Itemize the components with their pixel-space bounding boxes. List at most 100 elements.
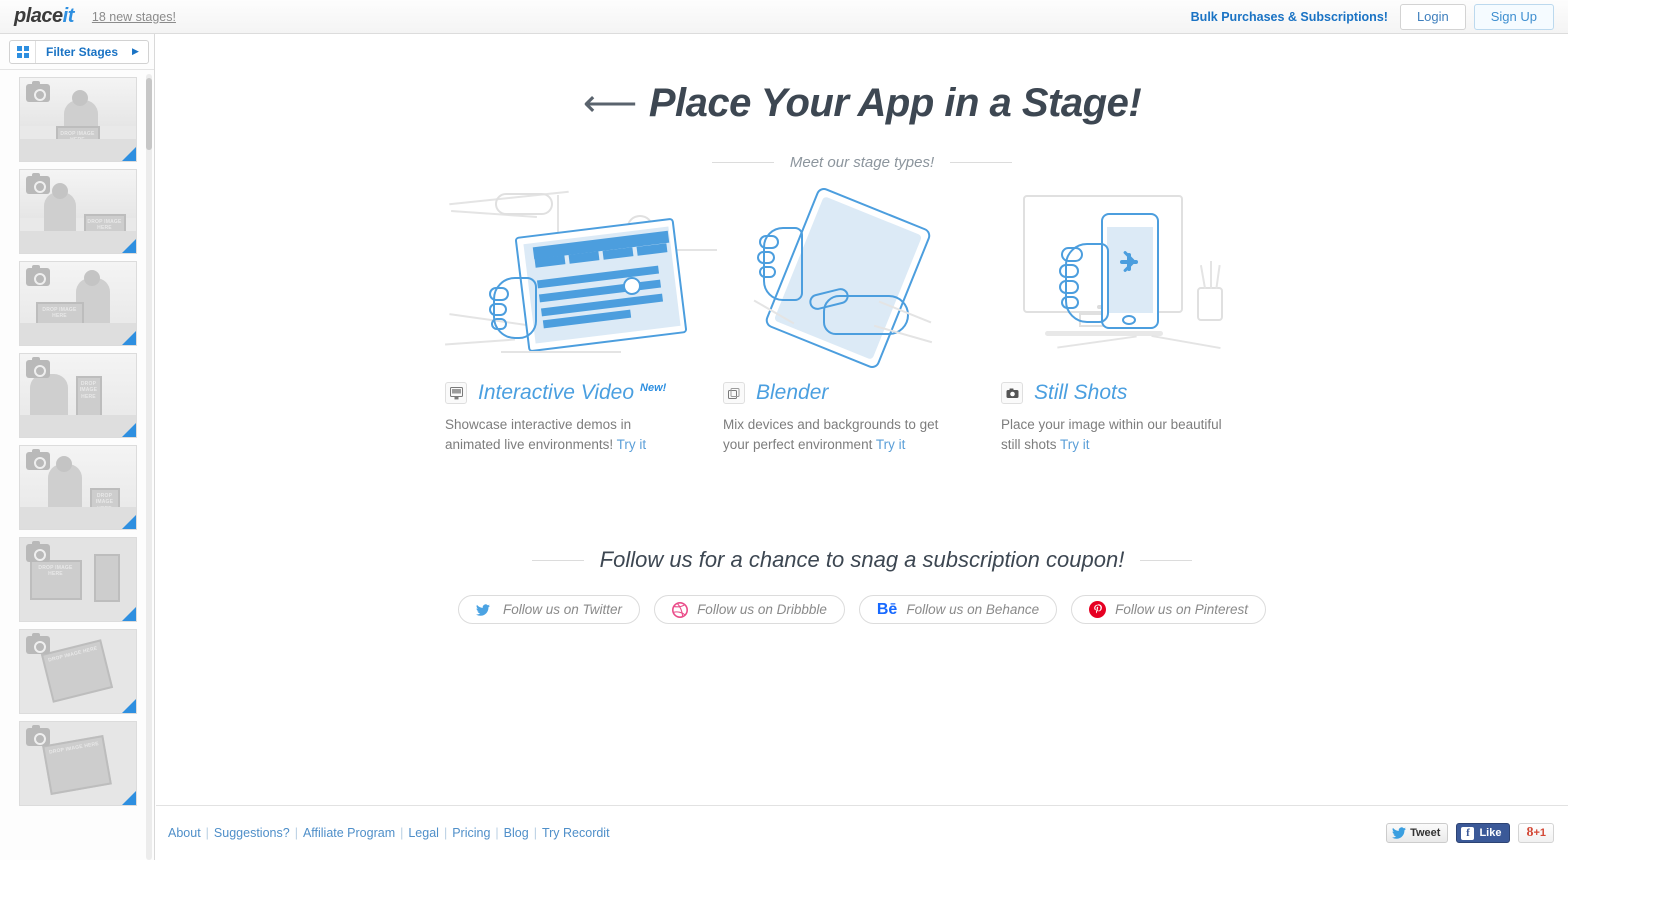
sidebar-scrollbar-thumb[interactable] bbox=[146, 78, 152, 150]
stage-thumb-2[interactable]: DROP IMAGE HERE bbox=[18, 169, 137, 254]
card-title: Still Shots bbox=[1034, 381, 1128, 404]
footer-link-about[interactable]: About bbox=[168, 826, 201, 840]
camera-icon bbox=[25, 357, 50, 378]
stage-thumb-6[interactable]: DROP IMAGE HERE bbox=[18, 537, 137, 622]
bulk-purchases-link[interactable]: Bulk Purchases & Subscriptions! bbox=[1191, 10, 1388, 24]
follow-dribbble-button[interactable]: Follow us on Dribbble bbox=[654, 595, 845, 624]
footer-link-try-recordit[interactable]: Try Recordit bbox=[542, 826, 610, 840]
login-button[interactable]: Login bbox=[1399, 3, 1466, 30]
footer-sep: | bbox=[205, 826, 209, 840]
corner-flag bbox=[121, 239, 136, 253]
social-label: Follow us on Behance bbox=[906, 602, 1040, 617]
card-title: Interactive Video bbox=[478, 381, 635, 404]
twitter-icon bbox=[476, 603, 491, 616]
new-badge: New! bbox=[640, 382, 667, 394]
main-content: ⟵ Place Your App in a Stage! Meet our sta… bbox=[156, 35, 1568, 805]
facebook-icon: f bbox=[1461, 826, 1475, 840]
twitter-icon bbox=[1392, 827, 1407, 839]
placeit-logo[interactable]: placeit bbox=[14, 5, 74, 28]
stage-thumb-5[interactable]: DROP IMAGE HERE bbox=[18, 445, 137, 530]
card-desc-line1: Mix devices and backgrounds to get bbox=[723, 417, 939, 432]
corner-flag bbox=[121, 515, 136, 529]
divider-rule-left bbox=[711, 162, 774, 163]
social-heading: Follow us for a chance to snag a subscri… bbox=[599, 547, 1125, 572]
camera-icon bbox=[25, 173, 50, 194]
stage-thumb-1[interactable]: DROP IMAGE HERE bbox=[18, 77, 137, 162]
footer-link-pricing[interactable]: Pricing bbox=[452, 826, 490, 840]
try-it-link[interactable]: Try it bbox=[617, 437, 647, 452]
new-stages-link[interactable]: 18 new stages! bbox=[92, 10, 176, 24]
interactive-video-illustration bbox=[445, 190, 723, 373]
card-description: Showcase interactive demos in animated l… bbox=[445, 415, 695, 455]
card-desc-line1: Place your image within our beautiful bbox=[1001, 417, 1222, 432]
drop-image-label: DROP IMAGE HERE bbox=[42, 307, 77, 320]
stage-types-divider: Meet our stage types! bbox=[156, 154, 1568, 171]
corner-flag bbox=[121, 699, 136, 713]
follow-twitter-button[interactable]: Follow us on Twitter bbox=[458, 595, 641, 624]
footer-link-blog[interactable]: Blog bbox=[504, 826, 529, 840]
footer-sep: | bbox=[533, 826, 537, 840]
left-arrow-icon: ⟵ bbox=[582, 83, 637, 125]
behance-icon: Bē bbox=[876, 600, 898, 618]
card-blender[interactable]: Blender Mix devices and backgrounds to g… bbox=[723, 185, 1001, 455]
google-plus-one-button[interactable]: 8 +1 bbox=[1518, 823, 1554, 843]
footer-link-legal[interactable]: Legal bbox=[408, 826, 439, 840]
footer-sep: | bbox=[294, 826, 298, 840]
card-description: Mix devices and backgrounds to get your … bbox=[723, 415, 973, 455]
dribbble-icon bbox=[672, 601, 689, 618]
follow-pinterest-button[interactable]: Follow us on Pinterest bbox=[1071, 595, 1266, 624]
stages-sidebar: Filter Stages ▶ DROP IMAGE HERE bbox=[0, 34, 155, 860]
social-heading-row: Follow us for a chance to snag a subscri… bbox=[156, 547, 1568, 573]
camera-icon bbox=[25, 541, 50, 562]
social-rule-right bbox=[1140, 559, 1193, 561]
footer-sep: | bbox=[443, 826, 448, 840]
pinterest-icon bbox=[1089, 601, 1107, 618]
divider-rule-right bbox=[950, 162, 1013, 163]
logo-text: place bbox=[14, 5, 63, 27]
still-shots-illustration bbox=[1001, 191, 1279, 373]
drop-image-label: DROP IMAGE HERE bbox=[79, 381, 98, 400]
camera-icon bbox=[25, 265, 50, 286]
still-shots-header[interactable]: Still Shots bbox=[1001, 381, 1279, 405]
corner-flag bbox=[121, 423, 136, 437]
facebook-like-button[interactable]: f Like bbox=[1456, 823, 1511, 843]
card-interactive-video[interactable]: Interactive Video New! Showcase interact… bbox=[445, 190, 723, 455]
filter-stages-button[interactable]: Filter Stages ▶ bbox=[9, 39, 149, 64]
app-root: placeit 18 new stages! Bulk Purchases & … bbox=[0, 0, 1679, 921]
footer-social-widgets: Tweet f Like 8 +1 bbox=[1386, 823, 1554, 843]
stage-types-label: Meet our stage types! bbox=[789, 154, 935, 171]
logo-accent: it bbox=[62, 5, 75, 27]
signup-button[interactable]: Sign Up bbox=[1473, 3, 1554, 30]
card-still-shots[interactable]: Still Shots Place your image within our … bbox=[1001, 191, 1279, 455]
social-label: Follow us on Pinterest bbox=[1115, 602, 1248, 617]
camera-icon bbox=[25, 633, 50, 654]
card-desc-line2: your perfect environment bbox=[723, 437, 873, 452]
stage-thumbnail-list[interactable]: DROP IMAGE HERE DROP IMAGE HERE bbox=[0, 70, 155, 860]
sidebar-scrollbar-track[interactable] bbox=[146, 74, 152, 860]
chevron-right-icon: ▶ bbox=[132, 46, 139, 56]
card-desc-line2: still shots bbox=[1001, 437, 1057, 452]
stage-thumb-7[interactable]: DROP IMAGE HERE bbox=[18, 629, 137, 714]
social-label: Follow us on Twitter bbox=[503, 602, 623, 617]
gplus-label: +1 bbox=[1533, 827, 1546, 839]
drop-image-label: DROP IMAGE HERE bbox=[87, 219, 122, 232]
try-it-link[interactable]: Try it bbox=[876, 437, 906, 452]
corner-flag bbox=[121, 147, 136, 161]
try-it-link[interactable]: Try it bbox=[1060, 437, 1090, 452]
blender-header[interactable]: Blender bbox=[723, 381, 1001, 405]
header-actions: Bulk Purchases & Subscriptions! Login Si… bbox=[1191, 0, 1568, 34]
tweet-label: Tweet bbox=[1410, 827, 1441, 839]
social-buttons: Follow us on Twitter Follow us on Dribbb… bbox=[156, 595, 1568, 624]
card-description: Place your image within our beautiful st… bbox=[1001, 415, 1251, 455]
card-desc-line2: animated live environments! bbox=[445, 437, 614, 452]
stage-thumb-3[interactable]: DROP IMAGE HERE bbox=[18, 261, 137, 346]
interactive-video-header[interactable]: Interactive Video New! bbox=[445, 381, 723, 405]
tweet-button[interactable]: Tweet bbox=[1386, 823, 1449, 843]
stage-thumb-8[interactable]: DROP IMAGE HERE bbox=[18, 721, 137, 806]
stage-type-cards: Interactive Video New! Showcase interact… bbox=[156, 185, 1568, 455]
footer-link-suggestions[interactable]: Suggestions? bbox=[214, 826, 290, 840]
stage-thumb-4[interactable]: DROP IMAGE HERE bbox=[18, 353, 137, 438]
follow-behance-button[interactable]: Bē Follow us on Behance bbox=[858, 595, 1058, 624]
grid-icon[interactable] bbox=[10, 40, 36, 63]
footer-link-affiliate-program[interactable]: Affiliate Program bbox=[303, 826, 395, 840]
